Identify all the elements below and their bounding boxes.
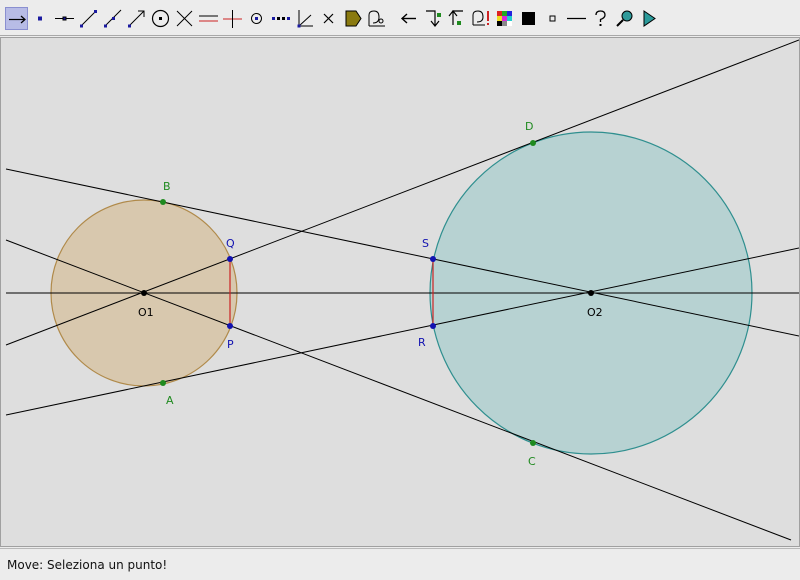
fill-square-icon [522,12,535,25]
segment-icon [80,10,97,28]
point-d[interactable] [530,140,536,146]
tool-parallel-button[interactable] [197,7,220,30]
tool-dotted-line-button[interactable] [269,7,292,30]
label-a: A [166,394,174,407]
label-p: P [227,338,234,351]
label-o2: O2 [587,306,603,319]
tool-midpoint-button[interactable] [245,7,268,30]
tool-point-size-button[interactable] [541,7,564,30]
tool-color-button[interactable] [493,7,516,30]
undo-arrow-icon [400,13,416,24]
point-q[interactable] [227,256,233,262]
tool-fill-button[interactable] [517,7,540,30]
application-window: O1 O2 B A D C Q P S R Move: Seleziona un… [0,0,800,580]
point-s[interactable] [430,256,436,262]
geometry-drawing[interactable]: O1 O2 B A D C Q P S R [1,38,799,546]
tool-angle-button[interactable] [293,7,316,30]
rotate-icon [448,10,463,25]
vector-icon [128,10,145,28]
tool-vector-button[interactable] [125,7,148,30]
tool-locus-button[interactable] [365,7,388,30]
tool-point-button[interactable] [29,7,52,30]
midpoint-icon [251,13,262,24]
tool-line-style-button[interactable] [565,7,588,30]
label-d: D [525,120,533,133]
point-o2[interactable] [588,290,594,296]
intersect-icon [176,10,193,27]
point-p[interactable] [227,323,233,329]
reflect-icon [426,10,441,27]
tool-help-button[interactable] [589,7,612,30]
ray-icon [104,9,122,28]
tool-rotate-button[interactable] [445,7,468,30]
label-c: C [528,455,536,468]
point-o1[interactable] [141,290,147,296]
label-s: S [422,237,429,250]
tool-perpendicular-button[interactable] [221,7,244,30]
label-o1: O1 [138,306,154,319]
tool-ray-button[interactable] [101,7,124,30]
dotted-line-icon [272,17,290,20]
point-a[interactable] [160,380,166,386]
tool-macro-button[interactable] [469,7,492,30]
circle-center-point-icon [151,9,170,28]
status-text: Move: Seleziona un punto! [7,558,168,572]
zoom-magnifier-icon [616,10,633,27]
tool-polygon-button[interactable] [341,7,364,30]
tool-reflect-button[interactable] [421,7,444,30]
label-r: R [418,336,426,349]
macro-icon [472,10,489,26]
color-palette-icon [497,11,512,26]
tool-play-button[interactable] [637,7,660,30]
drawing-canvas[interactable]: O1 O2 B A D C Q P S R [0,37,800,547]
parallel-line-icon [199,15,218,22]
move-arrow-icon [9,15,26,24]
help-question-icon [595,10,606,26]
point-b[interactable] [160,199,166,205]
point-r[interactable] [430,323,436,329]
delete-x-icon [323,13,334,24]
tool-undo-button[interactable] [397,7,420,30]
point-size-icon [549,15,556,22]
line-through-two-points-icon [55,16,74,21]
tool-circle-button[interactable] [149,7,172,30]
tool-intersect-button[interactable] [173,7,196,30]
new-point-icon [38,16,42,21]
perpendicular-line-icon [223,10,242,28]
polygon-icon [345,10,362,27]
line-style-icon [567,17,586,20]
tool-line-button[interactable] [53,7,76,30]
point-c[interactable] [530,440,536,446]
label-q: Q [226,237,235,250]
tool-delete-button[interactable] [317,7,340,30]
tool-move-button[interactable] [5,7,28,30]
tool-segment-button[interactable] [77,7,100,30]
label-b: B [163,180,171,193]
angle-icon [297,10,313,28]
tool-zoom-button[interactable] [613,7,636,30]
play-animation-icon [643,10,656,27]
locus-icon [368,10,385,27]
status-bar: Move: Seleziona un punto! [0,548,800,580]
toolbar [0,0,800,36]
